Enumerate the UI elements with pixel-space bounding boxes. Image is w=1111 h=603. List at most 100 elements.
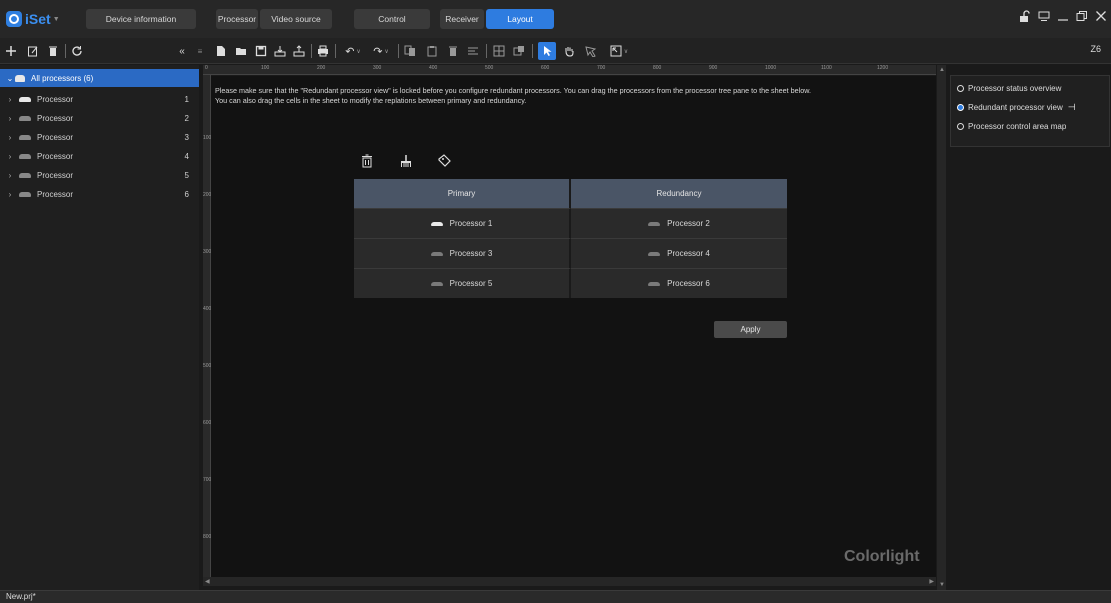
radio-button-selected[interactable] [957, 103, 964, 111]
hand-icon[interactable] [562, 42, 576, 60]
ruler-tick-label: 1100 [821, 65, 832, 71]
option-label: Redundant processor view [968, 102, 1063, 112]
import-icon[interactable] [273, 42, 287, 60]
layout-canvas[interactable] [211, 76, 936, 577]
option-label: Processor control area map [968, 121, 1067, 131]
tab-receiver[interactable]: Receiver [440, 9, 484, 29]
tab-video-source[interactable]: Video source [260, 9, 332, 29]
toolbar: « ≡ ↶ ∨ ↷ ∨ ∨ Z6 [0, 38, 1111, 64]
lasso-icon[interactable] [584, 42, 598, 60]
refresh-icon[interactable] [70, 42, 84, 60]
menu-icon[interactable]: ≡ [196, 42, 204, 60]
tree-item-processor-6[interactable]: › Processor 6 [0, 185, 199, 203]
layer-icon[interactable] [512, 42, 526, 60]
tab-device-information[interactable]: Device information [86, 9, 196, 29]
minimize-icon[interactable] [1057, 10, 1069, 25]
grid-icon[interactable] [492, 42, 506, 60]
edit-icon[interactable] [26, 42, 40, 60]
scroll-left-icon[interactable]: ◀ [205, 578, 210, 585]
export-icon[interactable] [292, 42, 306, 60]
tree-item-label: Processor [37, 151, 74, 161]
delete-row-icon[interactable] [361, 154, 373, 170]
processor-offline-icon [430, 281, 443, 286]
scroll-right-icon[interactable]: ▶ [929, 578, 934, 585]
print-icon[interactable] [316, 42, 330, 60]
unlock-icon[interactable] [1019, 10, 1031, 25]
screen-dropdown-icon[interactable]: ∨ [606, 42, 632, 60]
chevron-right-icon[interactable]: › [5, 190, 15, 199]
close-icon[interactable] [1095, 10, 1107, 25]
tree-item-processor-5[interactable]: › Processor 5 [0, 166, 199, 184]
option-redundant-processor-view[interactable]: Redundant processor view ⊣ [957, 99, 1076, 115]
toolbar-divider [311, 44, 312, 58]
horizontal-scrollbar[interactable]: ◀ ▶ [203, 577, 936, 586]
table-row: Processor 5 Processor 6 [354, 268, 787, 298]
restore-icon[interactable] [1076, 10, 1088, 25]
redundancy-cell[interactable]: Processor 4 [571, 238, 787, 268]
chevron-right-icon[interactable]: › [5, 114, 15, 123]
tree-item-processor-2[interactable]: › Processor 2 [0, 109, 199, 127]
tree-item-number: 3 [184, 132, 189, 142]
new-file-icon[interactable] [214, 42, 228, 60]
tag-icon[interactable] [437, 154, 451, 170]
ruler-tick-label: 100 [261, 65, 270, 71]
chevron-down-icon[interactable]: ⌄ [5, 74, 15, 83]
ruler-tick-label: 900 [709, 65, 718, 71]
tab-layout[interactable]: Layout [486, 9, 554, 29]
redo-icon[interactable]: ↷ ∨ [369, 42, 393, 60]
primary-cell[interactable]: Processor 1 [354, 208, 571, 238]
monitor-icon[interactable] [1038, 10, 1050, 25]
notice-line-1: Please make sure that the "Redundant pro… [215, 86, 812, 95]
cell-label: Processor 4 [667, 249, 710, 258]
delete-icon[interactable] [46, 42, 60, 60]
copy-icon[interactable] [403, 42, 417, 60]
cell-label: Processor 2 [667, 219, 710, 228]
processor-online-icon [19, 96, 31, 102]
tab-processor[interactable]: Processor [216, 9, 258, 29]
clear-table-brush-icon[interactable] [399, 154, 413, 170]
tree-item-processor-1[interactable]: › Processor 1 [0, 90, 199, 108]
collapse-panel-icon[interactable]: « [176, 42, 188, 60]
primary-cell[interactable]: Processor 5 [354, 268, 571, 298]
undo-icon[interactable]: ↶ ∨ [341, 42, 365, 60]
chevron-right-icon[interactable]: › [5, 152, 15, 161]
option-processor-status-overview[interactable]: Processor status overview [957, 80, 1061, 96]
horizontal-ruler: 0 100 200 300 400 500 600 700 800 900 10… [203, 65, 936, 75]
tree-item-number: 4 [184, 151, 189, 161]
option-processor-control-area-map[interactable]: Processor control area map [957, 118, 1066, 134]
radio-button[interactable] [957, 122, 964, 130]
select-pointer-icon[interactable] [538, 42, 556, 60]
chevron-right-icon[interactable]: › [5, 133, 15, 142]
pin-icon[interactable]: ⊣ [1068, 102, 1076, 113]
processor-offline-icon [648, 251, 661, 256]
tree-item-processor-4[interactable]: › Processor 4 [0, 147, 199, 165]
tree-item-processor-3[interactable]: › Processor 3 [0, 128, 199, 146]
primary-cell[interactable]: Processor 3 [354, 238, 571, 268]
processor-offline-icon [19, 172, 31, 178]
apply-button[interactable]: Apply [714, 321, 787, 338]
app-logo[interactable]: iSet ▼ [6, 9, 60, 29]
redundancy-cell[interactable]: Processor 6 [571, 268, 787, 298]
processor-group-icon [15, 74, 25, 82]
tab-control[interactable]: Control [354, 9, 430, 29]
save-icon[interactable] [254, 42, 268, 60]
column-header-primary: Primary [354, 179, 571, 208]
vertical-scrollbar[interactable]: ▲ ▼ [937, 65, 946, 590]
toolbar-divider [398, 44, 399, 58]
processor-tree-panel: ⌄ All processors (6) › Processor 1 › Pro… [0, 65, 199, 590]
clear-icon[interactable] [446, 42, 460, 60]
open-folder-icon[interactable] [234, 42, 248, 60]
tree-item-number: 6 [184, 189, 189, 199]
tree-root-all-processors[interactable]: ⌄ All processors (6) [0, 69, 199, 87]
add-icon[interactable] [4, 42, 18, 60]
processor-offline-icon [19, 191, 31, 197]
radio-button[interactable] [957, 84, 964, 92]
scroll-up-icon[interactable]: ▲ [939, 67, 945, 73]
scroll-down-icon[interactable]: ▼ [939, 582, 945, 588]
tree-item-label: Processor [37, 94, 74, 104]
chevron-right-icon[interactable]: › [5, 171, 15, 180]
chevron-right-icon[interactable]: › [5, 95, 15, 104]
align-icon[interactable] [466, 42, 480, 60]
paste-icon[interactable] [425, 42, 439, 60]
redundancy-cell[interactable]: Processor 2 [571, 208, 787, 238]
